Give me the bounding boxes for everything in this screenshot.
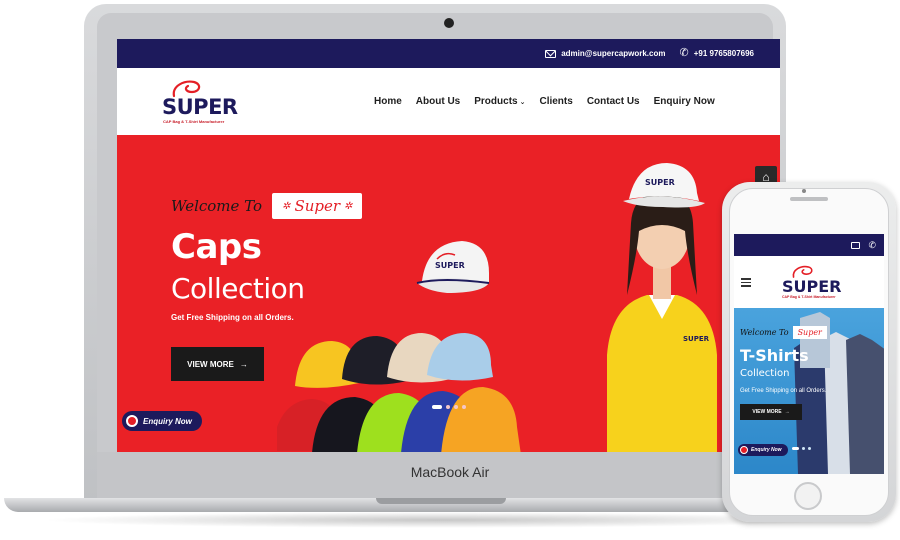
arrow-right-icon: → xyxy=(784,409,790,415)
logo-tagline: CAP Bag & T-Shirt Manufacturer xyxy=(163,118,225,124)
mail-icon xyxy=(545,49,557,58)
laptop-notch xyxy=(376,498,506,504)
phone-link[interactable]: ✆ +91 9765807696 xyxy=(679,48,754,59)
cap-logo-text: SUPER xyxy=(435,261,465,270)
top-contact-bar: admin@supercapwork.com ✆ +91 9765807696 xyxy=(117,39,780,68)
super-badge: ✲ Super ✲ xyxy=(272,193,363,219)
hero-note: Get Free Shipping on all Orders. xyxy=(171,313,294,322)
slider-dot[interactable] xyxy=(808,447,811,450)
enquiry-label: Enquiry Now xyxy=(143,416,192,426)
email-link[interactable]: admin@supercapwork.com xyxy=(545,49,665,58)
phone-view-more-button[interactable]: VIEW MORE → xyxy=(740,404,802,420)
slider-dot[interactable] xyxy=(792,447,799,450)
slider-dots xyxy=(432,405,466,409)
email-text: admin@supercapwork.com xyxy=(561,49,666,58)
phone-speaker xyxy=(790,197,828,201)
super-badge-text: Super xyxy=(294,197,341,215)
phone-frame: ✆ SUPER CAP Bag & T-Shirt Manufacturer W… xyxy=(722,182,896,522)
hero-title: Caps xyxy=(171,227,262,267)
phone-camera xyxy=(802,189,806,193)
view-more-button[interactable]: VIEW MORE → xyxy=(171,347,264,381)
phone-navbar: SUPER CAP Bag & T-Shirt Manufacturer xyxy=(734,256,884,308)
model-photo: SUPER SUPER xyxy=(607,163,717,452)
site-logo[interactable]: SUPER CAP Bag & T-Shirt Manufacturer xyxy=(162,74,238,130)
laptop-shadow xyxy=(40,512,840,528)
phone-home-button[interactable] xyxy=(794,482,822,510)
welcome-text: Welcome To xyxy=(171,197,263,215)
phone-super-badge: Super xyxy=(792,326,827,339)
phone-icon[interactable]: ✆ xyxy=(868,240,876,251)
laptop-screen: admin@supercapwork.com ✆ +91 9765807696 … xyxy=(117,39,780,452)
phone-hero-subtitle: Collection xyxy=(740,368,790,379)
phone-enquiry-now-button[interactable]: Enquiry Now xyxy=(738,444,788,456)
menu-clients[interactable]: Clients xyxy=(539,96,572,107)
slider-dot[interactable] xyxy=(454,405,458,409)
hamburger-icon[interactable] xyxy=(741,278,751,289)
phone-hero-welcome: Welcome To Super xyxy=(740,326,827,339)
white-cap-image: SUPER xyxy=(416,241,490,293)
phone-screen: ✆ SUPER CAP Bag & T-Shirt Manufacturer W… xyxy=(734,234,884,474)
hero-subtitle: Collection xyxy=(171,272,305,305)
slider-dot[interactable] xyxy=(432,405,442,409)
phone-view-more-label: VIEW MORE xyxy=(752,409,782,415)
phone-hero-slider: Welcome To Super T-Shirts Collection Get… xyxy=(734,308,884,474)
enquiry-icon xyxy=(740,446,748,454)
slider-dot[interactable] xyxy=(462,405,466,409)
view-more-label: VIEW MORE xyxy=(187,359,234,369)
menu-enquiry-now[interactable]: Enquiry Now xyxy=(654,96,715,107)
menu-home[interactable]: Home xyxy=(374,96,402,107)
hero-welcome: Welcome To ✲ Super ✲ xyxy=(171,193,363,219)
menu-contact-us[interactable]: Contact Us xyxy=(587,96,640,107)
svg-text:SUPER: SUPER xyxy=(645,178,675,187)
phone-top-bar: ✆ xyxy=(734,234,884,256)
chevron-down-icon: ⌄ xyxy=(519,99,526,106)
mail-icon[interactable] xyxy=(851,241,861,249)
phone-text: +91 9765807696 xyxy=(693,49,754,58)
shirt-logo-text: SUPER xyxy=(683,335,710,343)
flower-icon: ✲ xyxy=(282,200,291,212)
phone-site-logo[interactable]: SUPER CAP Bag & T-Shirt Manufacturer xyxy=(782,262,842,306)
phone-hero-note: Get Free Shipping on all Orders. xyxy=(740,388,827,394)
main-menu: Home About Us Products ⌄ Clients Contact … xyxy=(374,68,715,135)
logo-text: SUPER xyxy=(162,94,238,119)
caps-illustration: SUPER xyxy=(277,241,521,452)
laptop-camera xyxy=(444,18,454,28)
menu-about-us[interactable]: About Us xyxy=(416,96,460,107)
slider-dot[interactable] xyxy=(446,405,450,409)
menu-products[interactable]: Products ⌄ xyxy=(474,96,525,107)
phone-slider-dots xyxy=(792,447,811,450)
phone-welcome-text: Welcome To xyxy=(740,328,789,337)
enquiry-now-floating-button[interactable]: Enquiry Now xyxy=(122,411,202,431)
main-navbar: SUPER CAP Bag & T-Shirt Manufacturer Hom… xyxy=(117,68,780,135)
phone-logo-tagline: CAP Bag & T-Shirt Manufacturer xyxy=(782,295,836,299)
hero-slider: SUPER SUPER SUPER Welcome To ✲ Super ✲ C… xyxy=(117,135,780,452)
phone-hero-title: T-Shirts xyxy=(740,346,809,365)
slider-dot[interactable] xyxy=(802,447,805,450)
menu-products-label: Products xyxy=(474,96,518,107)
arrow-right-icon: → xyxy=(239,359,248,369)
enquiry-icon xyxy=(126,415,138,427)
phone-icon: ✆ xyxy=(679,47,689,59)
mockup-stage: MacBook Air admin@supercapwork.com ✆ +91… xyxy=(0,0,900,540)
flower-icon: ✲ xyxy=(344,200,353,212)
phone-enquiry-label: Enquiry Now xyxy=(751,447,782,453)
phone-logo-text: SUPER xyxy=(782,277,842,296)
